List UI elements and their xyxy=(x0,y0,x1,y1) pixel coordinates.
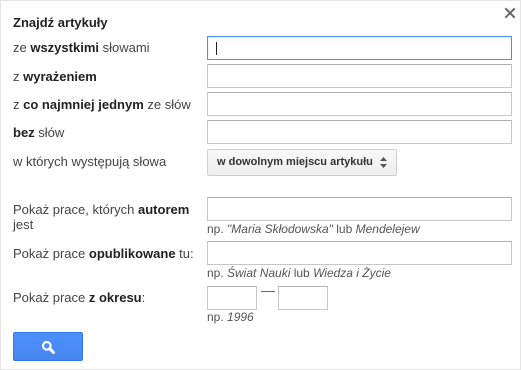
close-icon[interactable] xyxy=(503,6,517,20)
period-label: Pokaż prace z okresu: xyxy=(13,290,146,305)
publication-hint: np. Świat Nauki lub Wiedza i Życie xyxy=(207,266,391,280)
publication-label: Pokaż prace opublikowane tu: xyxy=(13,246,194,261)
author-label: Pokaż prace, których autorem jest xyxy=(13,202,190,232)
search-button[interactable] xyxy=(13,332,83,361)
at-least-one-input[interactable] xyxy=(207,92,512,116)
exact-phrase-label: z wyrażeniem xyxy=(13,69,97,84)
all-words-input[interactable] xyxy=(207,36,512,60)
without-words-label: bez słów xyxy=(13,125,65,140)
updown-arrows-icon xyxy=(380,157,387,168)
text-cursor xyxy=(216,42,217,55)
year-to-input[interactable] xyxy=(278,286,328,310)
search-icon xyxy=(41,340,55,354)
advanced-search-dialog: Znajdź artykuły ze wszystkimi słowami z … xyxy=(0,0,521,370)
exact-phrase-input[interactable] xyxy=(207,64,512,88)
at-least-one-label: z co najmniej jednym ze słów xyxy=(13,97,191,112)
occurrence-label: w których występują słowa xyxy=(13,154,167,169)
occurrence-select[interactable]: w dowolnym miejscu artykułu xyxy=(207,149,397,176)
author-input[interactable] xyxy=(207,197,512,221)
all-words-label: ze wszystkimi słowami xyxy=(13,40,150,55)
year-from-input[interactable] xyxy=(207,286,257,310)
author-hint: np. "Maria Skłodowska" lub Mendelejew xyxy=(207,222,420,236)
range-dash xyxy=(261,291,275,292)
publication-input[interactable] xyxy=(207,241,512,265)
without-words-input[interactable] xyxy=(207,120,512,144)
period-hint: np. 1996 xyxy=(207,310,254,324)
dialog-title: Znajdź artykuły xyxy=(13,15,108,30)
occurrence-selected-value: w dowolnym miejscu artykułu xyxy=(217,156,373,168)
